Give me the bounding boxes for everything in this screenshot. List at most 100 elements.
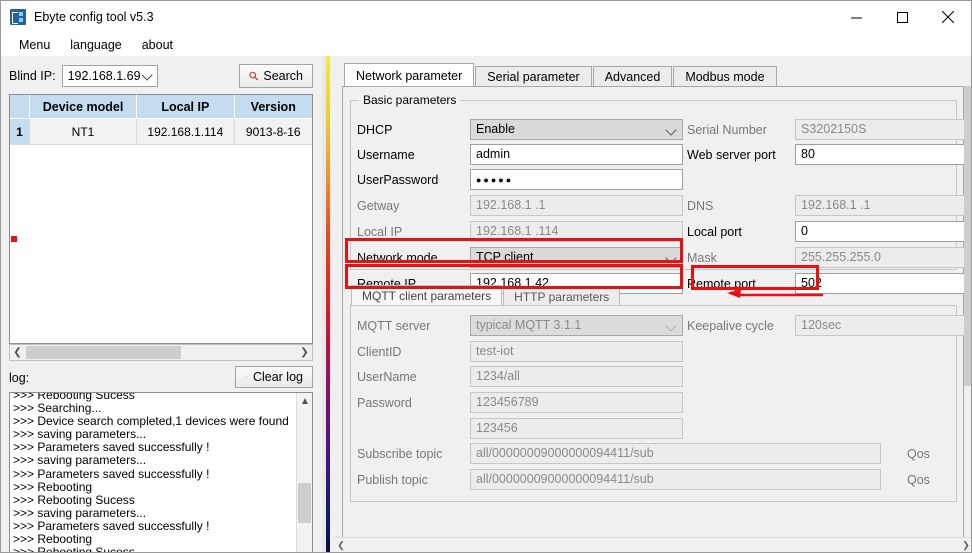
blind-ip-value: 192.168.1.69: [67, 69, 141, 83]
row-index: 1: [10, 119, 30, 144]
local-port-input[interactable]: 0: [795, 221, 971, 242]
keepalive-cycle-input[interactable]: 120sec: [795, 315, 971, 336]
panel-vertical-scrollbar[interactable]: [964, 86, 971, 501]
broom-icon: [245, 375, 248, 379]
blind-ip-combobox[interactable]: 192.168.1.69: [61, 65, 158, 87]
menu-item-menu[interactable]: Menu: [9, 36, 60, 54]
keepalive-cycle-label: Keepalive cycle: [687, 319, 774, 333]
local-ip-label: Local IP: [357, 225, 403, 239]
column-index: [10, 95, 30, 118]
window-controls: [833, 1, 971, 33]
scroll-right-icon[interactable]: ❯: [297, 345, 312, 360]
scroll-left-icon[interactable]: ❮: [10, 345, 25, 360]
subtab-mqtt-client-parameters[interactable]: MQTT client parameters: [351, 285, 503, 306]
left-panel: Blind IP: 192.168.1.69 Search Device mod…: [1, 56, 321, 552]
field-getway: Getway 192.168.1 .1: [357, 195, 683, 217]
local-ip-input[interactable]: 192.168.1 .114: [470, 221, 683, 242]
log-line: >>> saving parameters...: [13, 453, 147, 468]
blind-ip-row: Blind IP: 192.168.1.69 Search: [9, 64, 313, 88]
device-table-horizontal-scrollbar[interactable]: ❮ ❯: [9, 344, 313, 361]
column-device-model: Device model: [30, 95, 138, 118]
mask-input[interactable]: 255.255.255.0: [795, 247, 971, 268]
chevron-down-icon: [665, 124, 677, 136]
field-local-port: Local port 0: [687, 221, 971, 243]
remote-port-label: Remote port: [687, 277, 756, 291]
close-icon[interactable]: [925, 1, 971, 33]
log-line: >>> Rebooting: [13, 479, 93, 494]
dhcp-combobox[interactable]: Enable: [470, 119, 683, 140]
maximize-icon[interactable]: [879, 1, 925, 33]
app-icon: [10, 9, 26, 25]
minimize-icon[interactable]: [833, 1, 879, 33]
mqtt-password-label: Password: [357, 396, 412, 410]
mqtt-password-input[interactable]: 123456789: [470, 392, 683, 413]
username-input[interactable]: admin: [470, 144, 683, 165]
mqtt-server-combobox[interactable]: typical MQTT 3.1.1: [470, 315, 683, 336]
application-window: Ebyte config tool v5.3 Menu language abo…: [0, 0, 972, 553]
window-horizontal-scrollbar[interactable]: ❮ ❯: [334, 537, 971, 552]
subtab-http-parameters[interactable]: HTTP parameters: [503, 287, 621, 306]
clear-log-button[interactable]: Clear log: [235, 366, 313, 388]
field-serial-number: Serial Number S3202150S: [687, 119, 971, 141]
scrollbar-thumb[interactable]: [298, 483, 311, 523]
scroll-right-icon[interactable]: ❯: [959, 538, 971, 552]
dns-label: DNS: [687, 199, 714, 213]
menu-bar: Menu language about: [1, 33, 971, 56]
device-table[interactable]: Device model Local IP Version 1 NT1 192.…: [9, 94, 313, 344]
chevron-down-icon: [665, 252, 677, 264]
log-output-box[interactable]: >>> Rebooting Sucess >>> Searching... >>…: [9, 392, 313, 552]
clientid-input[interactable]: test-iot: [470, 341, 683, 362]
menu-item-about[interactable]: about: [132, 36, 183, 54]
getway-input[interactable]: 192.168.1 .1: [470, 195, 683, 216]
serial-number-input[interactable]: S3202150S: [795, 119, 971, 140]
field-mqtt-password-confirm: 123456: [357, 418, 683, 440]
search-button[interactable]: Search: [239, 64, 313, 88]
mask-label: Mask: [687, 251, 717, 265]
menu-item-language[interactable]: language: [60, 36, 131, 54]
network-mode-label: Network mode: [357, 251, 438, 265]
local-port-label: Local port: [687, 225, 742, 239]
tab-advanced[interactable]: Advanced: [592, 66, 673, 87]
scrollbar-thumb[interactable]: [26, 346, 181, 359]
search-button-label: Search: [263, 69, 303, 83]
web-server-port-input[interactable]: 80: [795, 144, 971, 165]
mqtt-password-confirm-input[interactable]: 123456: [470, 418, 683, 439]
scroll-up-icon[interactable]: ▲: [297, 393, 312, 409]
title-bar: Ebyte config tool v5.3: [1, 1, 971, 33]
dns-input[interactable]: 192.168.1 .1: [795, 195, 971, 216]
mqtt-username-label: UserName: [357, 370, 417, 384]
tab-modbus-mode[interactable]: Modbus mode: [673, 66, 777, 87]
tab-network-parameter[interactable]: Network parameter: [344, 63, 475, 87]
mqtt-username-input[interactable]: 1234/all: [470, 366, 683, 387]
field-mask: Mask 255.255.255.0: [687, 247, 971, 269]
tab-serial-parameter[interactable]: Serial parameter: [475, 66, 592, 87]
scrollbar-thumb[interactable]: [964, 86, 971, 386]
log-label: log:: [9, 371, 30, 385]
field-userpassword: UserPassword ●●●●●: [357, 169, 683, 191]
serial-number-label: Serial Number: [687, 123, 767, 137]
log-vertical-scrollbar[interactable]: ▲ ▼: [296, 393, 312, 552]
log-line: >>> Parameters saved successfully !: [13, 466, 210, 481]
username-label: Username: [357, 148, 415, 162]
network-mode-value: TCP client: [476, 250, 534, 264]
dhcp-label: DHCP: [357, 123, 393, 137]
subscribe-topic-input[interactable]: all/00000009000000094411/sub: [470, 443, 881, 464]
table-row[interactable]: 1 NT1 192.168.1.114 9013-8-16: [10, 119, 312, 145]
remote-port-input[interactable]: 502: [795, 273, 971, 294]
userpassword-input[interactable]: ●●●●●: [470, 169, 683, 190]
scrollbar-track[interactable]: [348, 538, 959, 552]
clear-log-button-label: Clear log: [252, 370, 303, 384]
field-clientid: ClientID test-iot: [357, 341, 683, 363]
field-mqtt-password: Password 123456789: [357, 392, 683, 414]
log-line: >>> Rebooting Sucess: [13, 492, 135, 507]
row-version: 9013-8-16: [245, 124, 301, 139]
scroll-left-icon[interactable]: ❮: [334, 538, 348, 552]
network-mode-combobox[interactable]: TCP client: [470, 247, 683, 268]
userpassword-label: UserPassword: [357, 173, 439, 187]
field-subscribe-topic: Subscribe topic all/00000009000000094411…: [357, 443, 930, 465]
chevron-down-icon: [140, 69, 153, 81]
publish-topic-input[interactable]: all/00000009000000094411/sub: [470, 469, 881, 490]
gradient-divider: [326, 56, 330, 552]
window-title: Ebyte config tool v5.3: [34, 10, 154, 24]
field-keepalive-cycle: Keepalive cycle 120sec: [687, 315, 971, 337]
